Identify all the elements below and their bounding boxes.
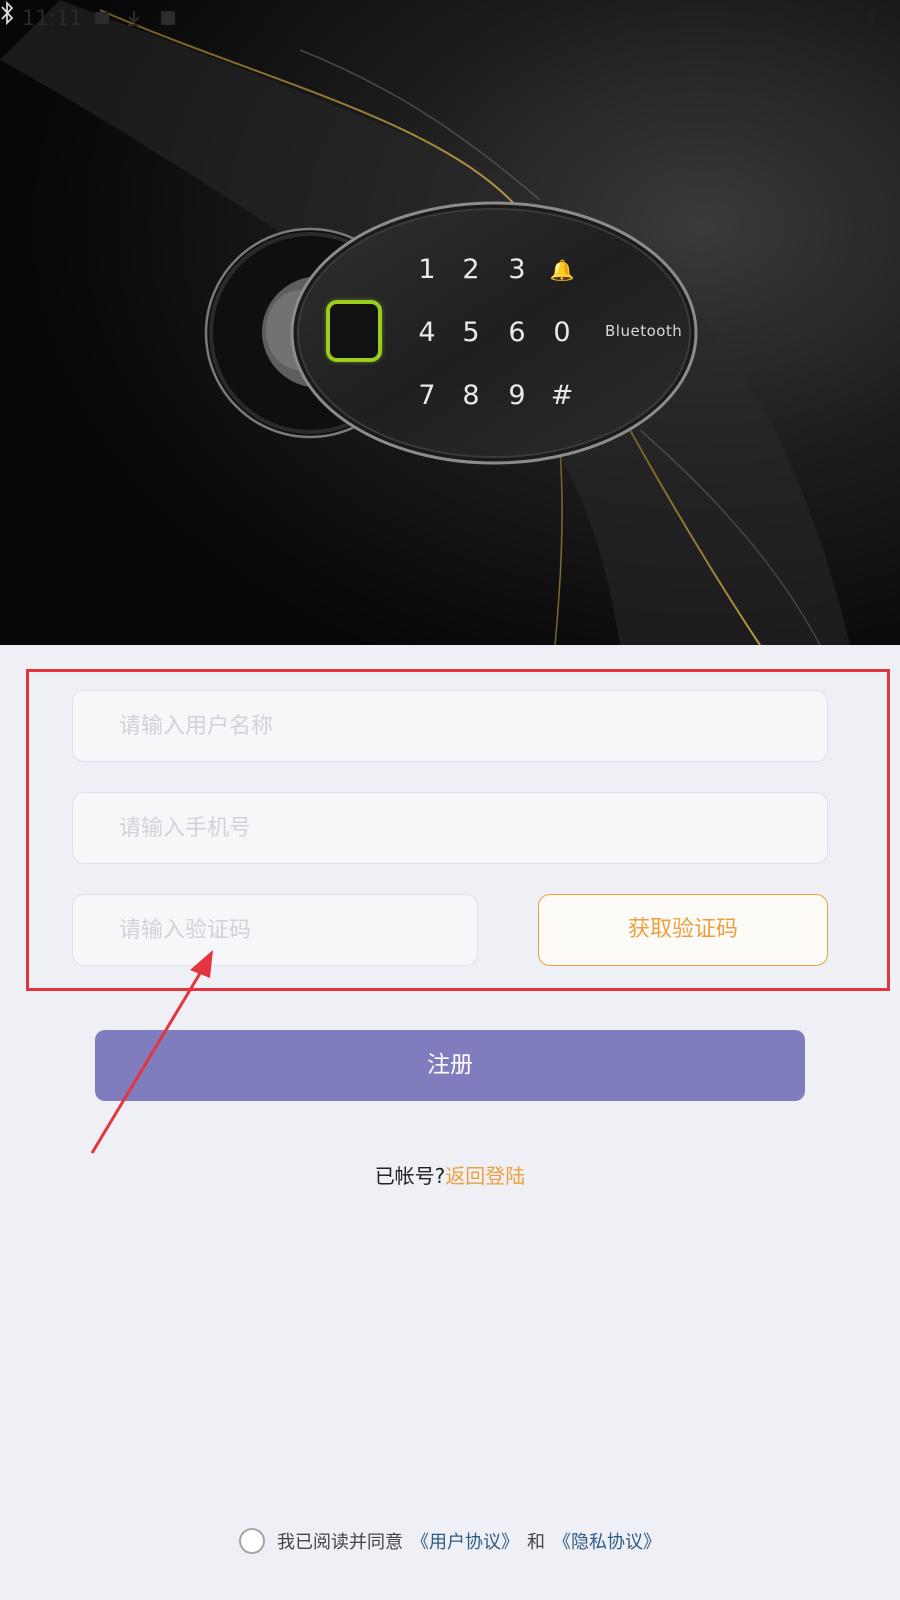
app-icon (161, 11, 175, 25)
login-prompt: 已帐号?返回登陆 (0, 1160, 900, 1189)
phone-input[interactable] (72, 792, 828, 864)
key-6: 6 (508, 317, 526, 348)
key-7: 7 (418, 380, 436, 411)
key-hash: # (550, 380, 574, 411)
get-code-button[interactable]: 获取验证码 (538, 894, 828, 966)
key-0: 0 (553, 317, 571, 348)
key-4: 4 (418, 317, 436, 348)
agreement-text: 我已阅读并同意 (277, 1532, 403, 1553)
user-agreement-link[interactable]: 《用户协议》 (411, 1528, 519, 1554)
key-5: 5 (462, 317, 480, 348)
image-icon (95, 12, 109, 24)
battery-icon (867, 12, 875, 25)
agreement-conjunction: 和 (527, 1532, 545, 1553)
agree-checkbox[interactable] (239, 1528, 265, 1554)
bluetooth-label: Bluetooth (605, 322, 683, 340)
key-2: 2 (462, 254, 480, 285)
key-9: 9 (508, 380, 526, 411)
bluetooth-icon (1, 0, 14, 26)
wifi-icon (817, 12, 831, 24)
signal-icon (843, 11, 857, 25)
fingerprint-sensor (326, 300, 382, 362)
status-bar: 11:11 (0, 0, 900, 36)
hero-banner: 11:11 1 2 3 🔔 4 5 6 0 7 8 9 # Bluetooth (0, 0, 900, 645)
key-1: 1 (418, 254, 436, 285)
key-8: 8 (462, 380, 480, 411)
verification-code-input[interactable] (72, 894, 478, 966)
username-input[interactable] (72, 690, 828, 762)
agreement-row: 我已阅读并同意 《用户协议》 和 《隐私协议》 (0, 1528, 900, 1562)
privacy-policy-link[interactable]: 《隐私协议》 (553, 1528, 661, 1554)
register-button[interactable]: 注册 (95, 1030, 805, 1101)
status-time: 11:11 (22, 6, 83, 30)
back-to-login-link[interactable]: 返回登陆 (445, 1164, 525, 1188)
download-icon (128, 11, 140, 26)
key-3: 3 (508, 254, 526, 285)
smart-lock-illustration (0, 0, 900, 645)
bell-icon: 🔔 (549, 258, 575, 282)
login-prompt-text: 已帐号? (374, 1164, 446, 1188)
